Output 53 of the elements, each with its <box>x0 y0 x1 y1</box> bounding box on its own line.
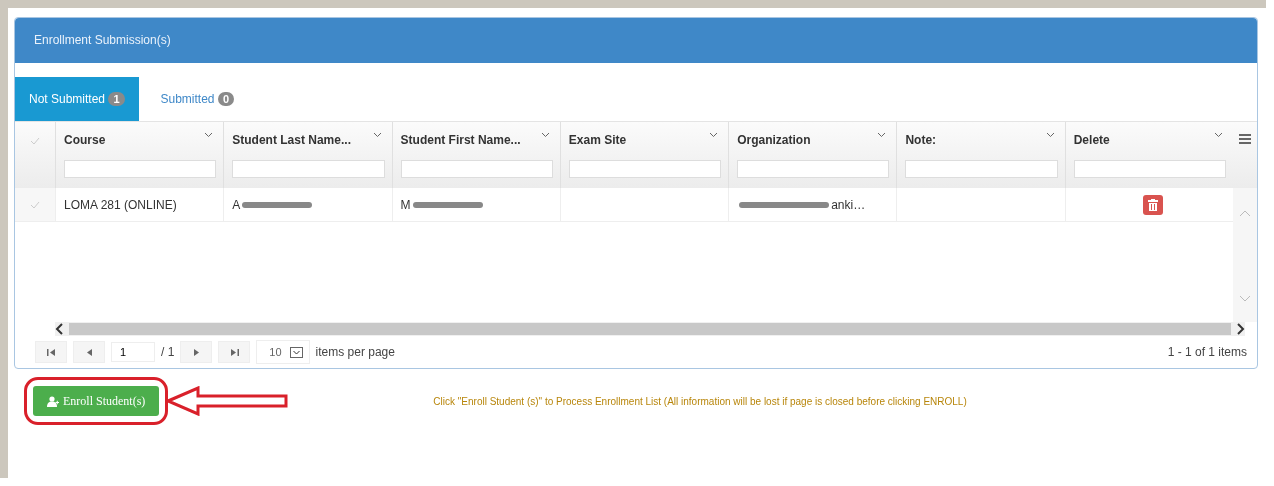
column-header[interactable]: Student Last Name... <box>232 133 351 147</box>
panel-title: Enrollment Submission(s) <box>15 18 1257 63</box>
scroll-right-icon <box>1237 323 1245 335</box>
menu-icon <box>1239 134 1251 144</box>
chevron-down-icon <box>1214 132 1223 138</box>
column-header[interactable]: Course <box>64 133 106 147</box>
chevron-down-icon <box>877 132 887 138</box>
column-header[interactable]: Student First Name... <box>400 133 521 147</box>
filter-field[interactable] <box>568 160 722 178</box>
count-badge: 0 <box>217 92 234 106</box>
column-header[interactable]: Exam Site <box>568 133 627 147</box>
chevron-down-icon <box>372 132 382 138</box>
table-cell: LOMA 281 (ONLINE) <box>64 197 177 212</box>
last-page-icon <box>229 347 239 357</box>
filter-field[interactable] <box>400 160 553 178</box>
previous-page-button[interactable] <box>73 341 105 363</box>
first-page-icon <box>46 347 56 357</box>
next-page-button[interactable] <box>180 341 213 363</box>
trash-icon <box>1148 198 1159 211</box>
filter-field[interactable] <box>905 160 1058 178</box>
filter-field[interactable] <box>64 160 217 178</box>
user-plus-icon <box>47 395 59 407</box>
next-page-icon <box>191 347 201 357</box>
chevron-down-icon <box>709 132 719 138</box>
instruction-text: Click "Enroll Student (s)" to Process Enrollment List (All information will be lost if page is closed before clicking ENROLL) <box>433 395 967 407</box>
previous-page-icon <box>84 347 94 357</box>
page-size-label: items per page <box>315 345 395 359</box>
dropdown-icon <box>289 346 303 358</box>
item-count: 1 - 1 of 1 items <box>1167 345 1247 359</box>
delete-button[interactable] <box>1143 194 1164 215</box>
scroll-down-icon <box>1239 295 1251 302</box>
scrollbar-thumb[interactable] <box>69 323 1231 335</box>
filter-field[interactable] <box>1073 160 1226 178</box>
table-cell: M <box>400 197 411 212</box>
table-cell: A <box>232 197 241 212</box>
count-badge: 1 <box>108 92 125 106</box>
column-header[interactable]: Delete <box>1073 133 1110 147</box>
scroll-left-icon <box>55 323 63 335</box>
table-cell: anki… <box>831 197 866 212</box>
chevron-down-icon <box>1045 132 1055 138</box>
chevron-down-icon <box>540 132 550 138</box>
first-page-button[interactable] <box>35 341 67 363</box>
filter-field[interactable] <box>232 160 385 178</box>
column-header[interactable]: Organization <box>737 133 811 147</box>
scroll-up-icon <box>1239 210 1251 217</box>
filter-field[interactable] <box>737 160 890 178</box>
checkmark-icon <box>30 136 40 146</box>
column-header[interactable]: Note: <box>905 133 937 147</box>
page-size-dropdown[interactable]: 10 <box>256 340 310 364</box>
page-field[interactable]: 1 <box>111 342 155 362</box>
last-page-button[interactable] <box>218 341 251 363</box>
page-total: / 1 <box>161 345 175 359</box>
chevron-down-icon <box>204 132 214 138</box>
